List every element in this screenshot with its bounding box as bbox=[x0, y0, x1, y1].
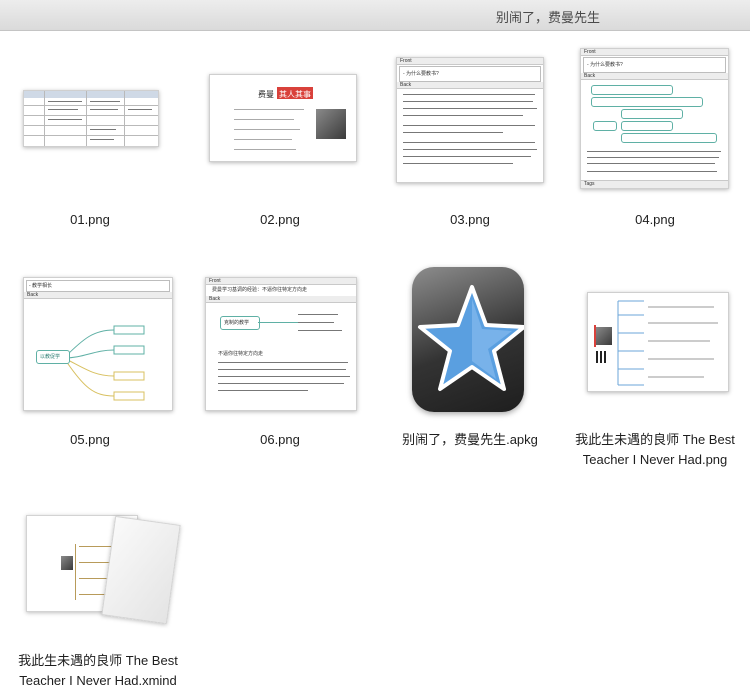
file-name: 02.png bbox=[260, 212, 300, 227]
file-name: 我此生未遇的良师 The Best Teacher I Never Had.pn… bbox=[575, 432, 735, 467]
file-thumbnail bbox=[23, 90, 159, 147]
file-item-best-teacher-png[interactable]: 我此生未遇的良师 The Best Teacher I Never Had.pn… bbox=[565, 260, 745, 467]
file-item-best-teacher-xmind[interactable]: 我此生未遇的良师 The Best Teacher I Never Had.xm… bbox=[8, 505, 188, 690]
file-name: 06.png bbox=[260, 432, 300, 447]
page-curl-decoration bbox=[101, 515, 181, 625]
mindmap-drawing bbox=[617, 300, 718, 386]
portrait-image bbox=[61, 556, 73, 570]
file-name: 05.png bbox=[70, 432, 110, 447]
file-name: 03.png bbox=[450, 212, 490, 227]
file-item-02[interactable]: 费曼 其人其事 02.png bbox=[190, 30, 370, 240]
file-name: 01.png bbox=[70, 212, 110, 227]
window-title: 别闹了，费曼先生 bbox=[495, 10, 600, 25]
file-item-01[interactable]: 01.png bbox=[0, 30, 180, 240]
file-thumbnail: Front 费曼学习基调的经验：不逼你往特定方向走 Back 克制的教学 不逼你… bbox=[205, 277, 357, 411]
qr-code-image bbox=[596, 351, 608, 363]
file-name: 04.png bbox=[635, 212, 675, 227]
portrait-image bbox=[596, 327, 612, 345]
file-name: 别闹了，费曼先生.apkg bbox=[402, 432, 538, 447]
window-titlebar: 别闹了，费曼先生 bbox=[0, 0, 750, 31]
file-thumbnail: Front - 为什么要教书? Back bbox=[396, 57, 544, 183]
file-item-03[interactable]: Front - 为什么要教书? Back 03.png bbox=[380, 30, 560, 240]
file-name: 我此生未遇的良师 The Best Teacher I Never Had.xm… bbox=[18, 653, 178, 688]
file-item-05[interactable]: - 教学相长 Back 以教促学 05.png bbox=[0, 260, 180, 460]
file-item-04[interactable]: Front - 为什么要教书? Back Tags 04.png bbox=[565, 30, 745, 240]
file-thumbnail: 费曼 其人其事 bbox=[209, 74, 357, 162]
portrait-image bbox=[316, 109, 346, 139]
file-thumbnail: Front - 为什么要教书? Back Tags bbox=[580, 48, 729, 189]
file-thumbnail bbox=[587, 292, 729, 392]
anki-star-icon bbox=[412, 267, 524, 412]
file-item-06[interactable]: Front 费曼学习基调的经验：不逼你往特定方向走 Back 克制的教学 不逼你… bbox=[190, 260, 370, 460]
file-thumbnail: - 教学相长 Back 以教促学 bbox=[23, 277, 173, 411]
